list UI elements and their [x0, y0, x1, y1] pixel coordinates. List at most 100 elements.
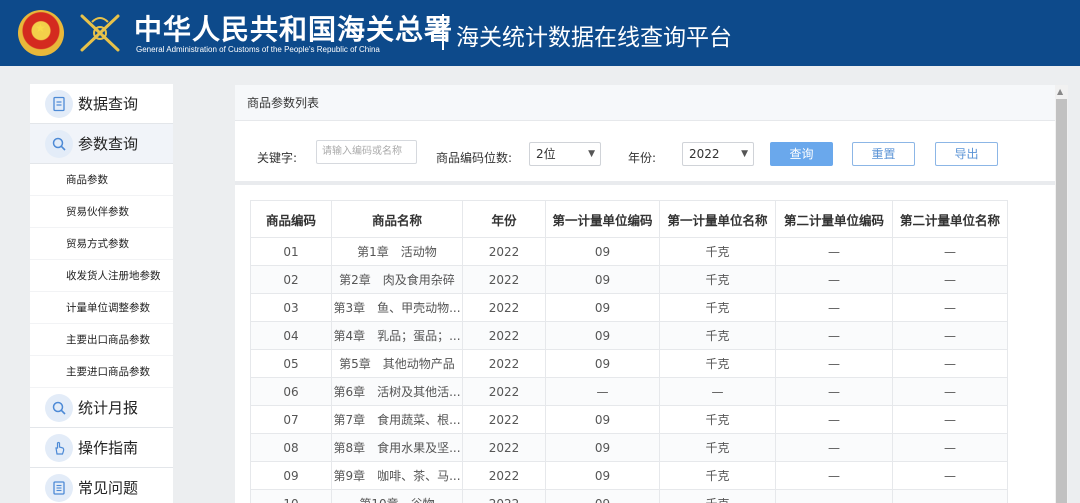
- site-title: 中华人民共和国海关总署: [134, 13, 454, 46]
- table-cell: —: [892, 293, 1008, 322]
- table-row[interactable]: 03 第3章 鱼、甲壳动物... 2022 09 千克 — —: [250, 293, 1008, 322]
- table-row[interactable]: 02 第2章 肉及食用杂碎 2022 09 千克 — —: [250, 265, 1008, 294]
- table-row[interactable]: 01 第1章 活动物 2022 09 千克 — —: [250, 237, 1008, 266]
- table-cell: —: [775, 265, 893, 294]
- submenu-item-import[interactable]: 主要进口商品参数: [30, 356, 173, 388]
- table-cell: 第4章 乳品；蛋品；...: [331, 321, 463, 350]
- column-header: 商品名称: [331, 200, 463, 238]
- site-title-en: General Administration of Customs of the…: [136, 45, 380, 54]
- chevron-down-icon: ▼: [588, 149, 595, 159]
- commodity-table-wrap: 商品编码 商品名称 年份 第一计量单位编码 第一计量单位名称 第二计量单位编码 …: [250, 200, 1008, 503]
- hand-pointer-icon: [45, 433, 73, 462]
- table-cell: 08: [250, 433, 332, 462]
- table-row[interactable]: 10第10章 谷物202209千克——: [250, 489, 1008, 503]
- chevron-down-icon: ▼: [741, 149, 748, 159]
- table-row[interactable]: 05 第5章 其他动物产品 2022 09 千克 — —: [250, 349, 1008, 378]
- table-cell: 09: [545, 237, 660, 266]
- submenu-item-trade-partner[interactable]: 贸易伙伴参数: [30, 196, 173, 228]
- table-cell: 09: [545, 293, 660, 322]
- menu-monthly-report[interactable]: 统计月报: [30, 388, 173, 428]
- national-emblem-icon: ★: [18, 10, 64, 56]
- table-cell: 2022: [462, 377, 546, 406]
- table-cell: —: [775, 237, 893, 266]
- menu-param-query[interactable]: 参数查询: [30, 124, 173, 164]
- table-cell: 09: [545, 405, 660, 434]
- keyword-label: 关键字:: [257, 151, 298, 165]
- vertical-scrollbar[interactable]: ▲: [1055, 85, 1068, 503]
- menu-label: 常见问题: [78, 479, 139, 497]
- table-cell: —: [892, 377, 1008, 406]
- digits-label: 商品编码位数:: [436, 151, 513, 165]
- table-cell: —: [892, 405, 1008, 434]
- search-icon: [45, 129, 73, 158]
- customs-logo-icon: [80, 14, 120, 52]
- table-cell: —: [892, 321, 1008, 350]
- table-cell: 2022: [462, 293, 546, 322]
- digits-value: 2位: [536, 147, 556, 161]
- table-cell: 千克: [659, 433, 776, 462]
- search-icon: [45, 393, 73, 422]
- menu-data-query[interactable]: 数据查询: [30, 84, 173, 124]
- table-cell: 07: [250, 405, 332, 434]
- table-cell: 2022: [462, 433, 546, 462]
- submenu-item-export[interactable]: 主要出口商品参数: [30, 324, 173, 356]
- table-cell: —: [659, 377, 776, 406]
- table-cell: 02: [250, 265, 332, 294]
- table-header-row: 商品编码 商品名称 年份 第一计量单位编码 第一计量单位名称 第二计量单位编码 …: [250, 200, 1008, 238]
- panel-title: 商品参数列表: [235, 85, 1055, 121]
- table-cell: 第10章 谷物: [331, 489, 463, 503]
- table-row[interactable]: 06 第6章 活树及其他活... 2022— — — —: [250, 377, 1008, 406]
- table-cell: —: [892, 461, 1008, 490]
- menu-faq[interactable]: 常见问题: [30, 468, 173, 503]
- table-cell: 千克: [659, 405, 776, 434]
- submenu-item-registration[interactable]: 收发货人注册地参数: [30, 260, 173, 292]
- table-cell: 04: [250, 321, 332, 350]
- table-cell: 第1章 活动物: [331, 237, 463, 266]
- list-icon: [45, 473, 73, 502]
- column-header: 第一计量单位编码: [545, 200, 660, 238]
- column-header: 年份: [462, 200, 546, 238]
- scroll-up-icon[interactable]: ▲: [1057, 87, 1063, 96]
- table-cell: 千克: [659, 461, 776, 490]
- menu-label: 操作指南: [78, 439, 139, 457]
- document-icon: [45, 89, 73, 118]
- table-cell: 第3章 鱼、甲壳动物...: [331, 293, 463, 322]
- table-cell: 2022: [462, 349, 546, 378]
- table-row[interactable]: 08 第8章 食用水果及坚... 2022 09 千克 — —: [250, 433, 1008, 462]
- keyword-input[interactable]: 请输入编码或名称: [316, 140, 417, 164]
- table-cell: 01: [250, 237, 332, 266]
- submenu-item-trade-mode[interactable]: 贸易方式参数: [30, 228, 173, 260]
- table-cell: —: [892, 349, 1008, 378]
- table-cell: 千克: [659, 265, 776, 294]
- table-cell: 03: [250, 293, 332, 322]
- table-row[interactable]: 04 第4章 乳品；蛋品；... 2022 09 千克 — —: [250, 321, 1008, 350]
- table-row[interactable]: 07 第7章 食用蔬菜、根... 2022 09 千克 — —: [250, 405, 1008, 434]
- table-cell: —: [775, 405, 893, 434]
- table-cell: 09: [545, 349, 660, 378]
- export-button[interactable]: 导出: [935, 142, 998, 166]
- menu-label: 数据查询: [78, 95, 139, 113]
- query-button[interactable]: 查询: [770, 142, 833, 166]
- commodity-param-panel: 商品参数列表 关键字: 请输入编码或名称 商品编码位数: 2位 ▼ 年份: 20…: [235, 85, 1055, 503]
- table-cell: —: [892, 489, 1008, 503]
- table-cell: 第7章 食用蔬菜、根...: [331, 405, 463, 434]
- scrollbar-thumb[interactable]: [1056, 99, 1067, 503]
- submenu-item-commodity[interactable]: 商品参数: [30, 164, 173, 196]
- table-cell: 第9章 咖啡、茶、马...: [331, 461, 463, 490]
- submenu-item-unit-adjust[interactable]: 计量单位调整参数: [30, 292, 173, 324]
- column-header: 商品编码: [250, 200, 332, 238]
- filter-bar: 关键字: 请输入编码或名称 商品编码位数: 2位 ▼ 年份: 2022 ▼ 查询…: [235, 121, 1055, 181]
- table-cell: —: [892, 265, 1008, 294]
- table-cell: 06: [250, 377, 332, 406]
- menu-guide[interactable]: 操作指南: [30, 428, 173, 468]
- table-cell: 千克: [659, 349, 776, 378]
- reset-button[interactable]: 重置: [852, 142, 915, 166]
- year-select[interactable]: 2022 ▼: [682, 142, 754, 166]
- table-row[interactable]: 09 第9章 咖啡、茶、马... 2022 09 千克 — —: [250, 461, 1008, 490]
- table-cell: —: [775, 293, 893, 322]
- table-cell: 09: [545, 489, 660, 503]
- digits-select[interactable]: 2位 ▼: [529, 142, 601, 166]
- table-cell: 09: [545, 461, 660, 490]
- table-cell: 2022: [462, 237, 546, 266]
- table-cell: 第6章 活树及其他活...: [331, 377, 463, 406]
